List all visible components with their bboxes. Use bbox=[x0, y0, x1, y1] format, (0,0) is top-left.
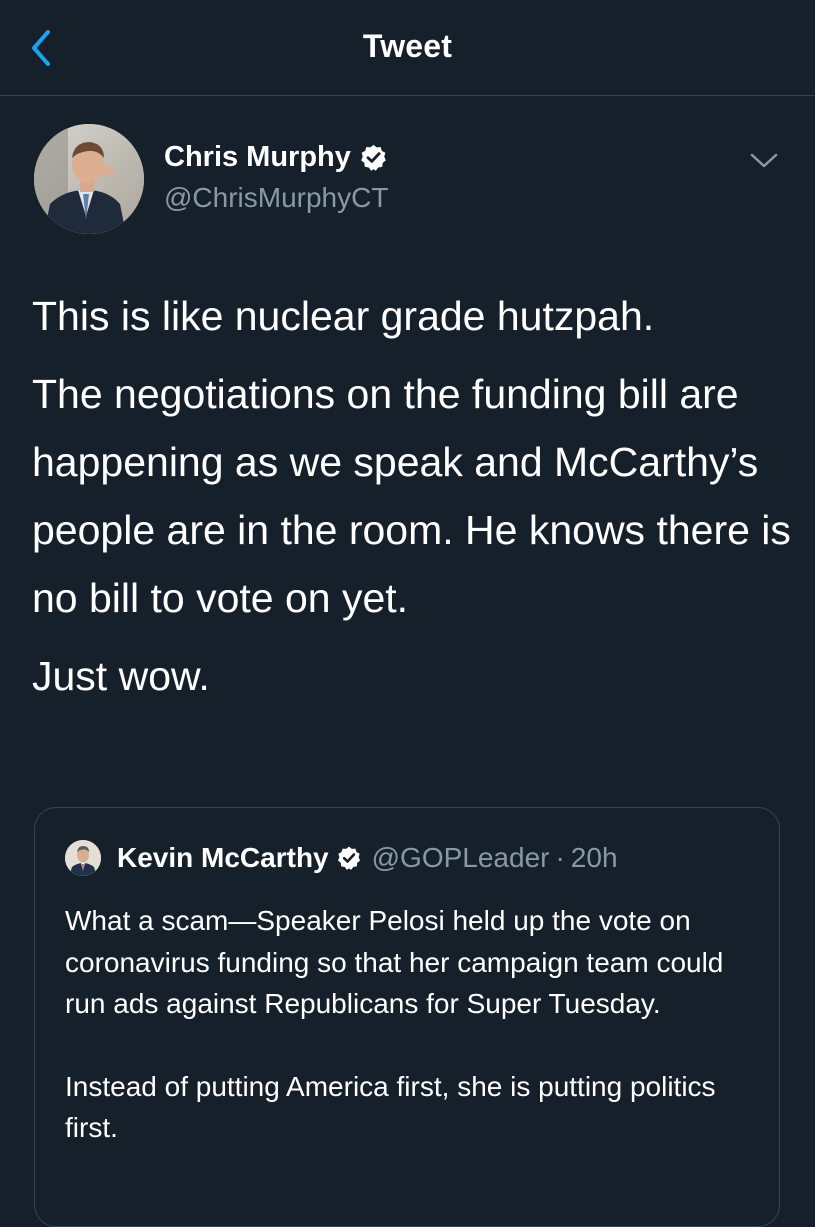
quoted-tweet-body: What a scam—Speaker Pelosi held up the v… bbox=[65, 900, 765, 1149]
quoted-tweet-paragraph: What a scam—Speaker Pelosi held up the v… bbox=[65, 905, 724, 1019]
tweet-paragraph: This is like nuclear grade hutzpah. bbox=[32, 293, 655, 339]
tweet-menu-button[interactable] bbox=[746, 148, 782, 172]
tweet-paragraph: The negotiations on the funding bill are… bbox=[32, 371, 791, 621]
quoted-author-name: Kevin McCarthy bbox=[117, 842, 329, 873]
quoted-author-handle: @GOPLeader bbox=[371, 842, 550, 873]
tweet-author: Chris Murphy @ChrisMurphyCT bbox=[34, 124, 782, 236]
tweet-paragraph: Just wow. bbox=[32, 653, 210, 699]
chevron-down-icon bbox=[750, 153, 778, 168]
verified-badge-icon bbox=[361, 144, 386, 171]
quoted-tweet-paragraph: Instead of putting America first, she is… bbox=[65, 1070, 716, 1144]
page-title: Tweet bbox=[362, 28, 453, 64]
quoted-tweet-card[interactable]: Kevin McCarthy @GOPLeader · 20h What a s… bbox=[34, 807, 780, 1227]
author-name-row[interactable]: Chris Murphy bbox=[164, 141, 388, 174]
top-navigation-bar: Tweet bbox=[0, 0, 815, 96]
author-handle[interactable]: @ChrisMurphyCT bbox=[164, 182, 388, 214]
separator-dot: · bbox=[555, 842, 565, 873]
author-name: Chris Murphy bbox=[164, 141, 351, 173]
author-avatar[interactable] bbox=[34, 124, 144, 234]
quoted-tweet-header: Kevin McCarthy @GOPLeader · 20h bbox=[65, 838, 618, 878]
tweet-body: This is like nuclear grade hutzpah. The … bbox=[32, 282, 792, 710]
quoted-tweet-timestamp: 20h bbox=[570, 842, 618, 873]
quoted-author-avatar bbox=[65, 840, 101, 876]
verified-badge-icon bbox=[337, 846, 360, 870]
